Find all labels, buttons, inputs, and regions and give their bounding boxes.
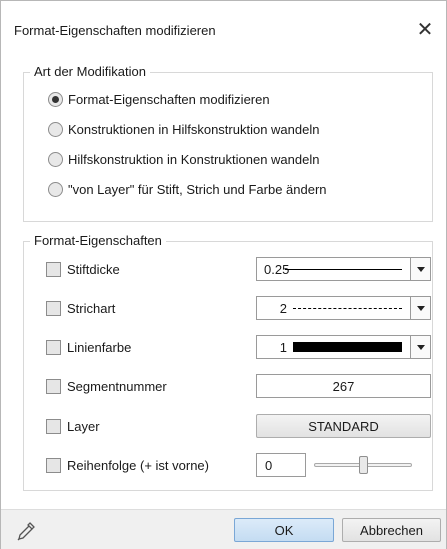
radio-button[interactable]	[48, 151, 63, 167]
line-type-value: 2	[279, 300, 287, 316]
modification-legend: Art der Modifikation	[30, 64, 150, 79]
segment-number-value: 267	[332, 378, 355, 394]
draw-order-slider-thumb[interactable]	[358, 456, 368, 474]
checkbox-line-type[interactable]: Strichart	[46, 298, 115, 318]
radio-button[interactable]	[48, 121, 63, 137]
ok-button-label: OK	[274, 522, 294, 538]
checkbox-pen-thickness[interactable]: Stiftdicke	[46, 259, 120, 279]
radio-construction-to-helper[interactable]: Konstruktionen in Hilfskonstruktion wand…	[48, 119, 319, 139]
radio-label: Format-Eigenschaften modifizieren	[68, 91, 270, 107]
draw-order-field[interactable]: 0	[256, 453, 306, 477]
checkbox-draw-order[interactable]: Reihenfolge (+ ist vorne)	[46, 455, 209, 475]
dialog-footer: OK Abbrechen	[1, 509, 446, 549]
checkbox-line-color[interactable]: Linienfarbe	[46, 337, 131, 357]
radio-helper-to-construction[interactable]: Hilfskonstruktion in Konstruktionen wand…	[48, 149, 319, 169]
line-type-label: Strichart	[67, 300, 116, 316]
checkbox[interactable]	[46, 300, 61, 316]
layer-label: Layer	[67, 418, 100, 434]
radio-label: Hilfskonstruktion in Konstruktionen wand…	[68, 151, 320, 167]
pen-thickness-value: 0.25	[264, 261, 290, 277]
color-swatch	[293, 342, 402, 352]
checkbox-layer[interactable]: Layer	[46, 416, 100, 436]
close-icon[interactable]: ✕	[410, 15, 440, 45]
line-color-dropdown[interactable]: 1	[256, 335, 431, 359]
dialog-title: Format-Eigenschaften modifizieren	[14, 23, 216, 38]
line-color-label: Linienfarbe	[67, 339, 132, 355]
radio-button-checked[interactable]	[48, 91, 63, 107]
pen-thickness-label: Stiftdicke	[67, 261, 120, 277]
modification-group: Art der Modifikation Format-Eigenschafte…	[23, 64, 433, 222]
pen-thickness-dropdown[interactable]: 0.25	[256, 257, 431, 281]
format-properties-dialog: Format-Eigenschaften modifizieren ✕ Art …	[0, 0, 447, 549]
title-bar: Format-Eigenschaften modifizieren ✕	[1, 1, 446, 55]
checkbox-segment-number[interactable]: Segmentnummer	[46, 376, 167, 396]
radio-by-layer[interactable]: "von Layer" für Stift, Strich und Farbe …	[48, 179, 327, 199]
checkbox[interactable]	[46, 261, 61, 277]
solid-line-preview	[285, 268, 402, 270]
draw-order-value: 0	[265, 457, 273, 473]
chevron-down-icon[interactable]	[410, 336, 430, 358]
checkbox[interactable]	[46, 339, 61, 355]
chevron-down-icon[interactable]	[410, 258, 430, 280]
checkbox[interactable]	[46, 418, 61, 434]
radio-label: "von Layer" für Stift, Strich und Farbe …	[68, 181, 327, 197]
radio-modify-format[interactable]: Format-Eigenschaften modifizieren	[48, 89, 270, 109]
ok-button[interactable]: OK	[234, 518, 334, 542]
eyedropper-icon[interactable]	[15, 520, 37, 542]
radio-button[interactable]	[48, 181, 63, 197]
dashed-line-preview	[293, 307, 402, 309]
layer-button[interactable]: STANDARD	[256, 414, 431, 438]
line-type-dropdown[interactable]: 2	[256, 296, 431, 320]
chevron-down-icon[interactable]	[410, 297, 430, 319]
cancel-button[interactable]: Abbrechen	[342, 518, 441, 542]
cancel-button-label: Abbrechen	[360, 522, 423, 538]
segment-number-field[interactable]: 267	[256, 374, 431, 398]
radio-label: Konstruktionen in Hilfskonstruktion wand…	[68, 121, 320, 137]
checkbox[interactable]	[46, 378, 61, 394]
checkbox[interactable]	[46, 457, 61, 473]
format-properties-group: Format-Eigenschaften Stiftdicke 0.25 Str…	[23, 233, 433, 491]
layer-value: STANDARD	[308, 418, 379, 434]
segment-number-label: Segmentnummer	[67, 378, 167, 394]
format-properties-legend: Format-Eigenschaften	[30, 233, 166, 248]
draw-order-label: Reihenfolge (+ ist vorne)	[67, 457, 209, 473]
line-color-value: 1	[279, 339, 287, 355]
